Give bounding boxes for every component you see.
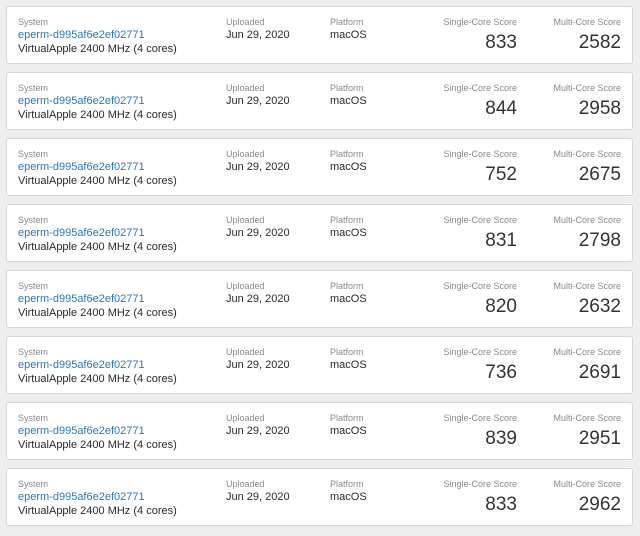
- uploaded-date: Jun 29, 2020: [226, 425, 290, 437]
- uploaded-label: Uploaded: [226, 215, 265, 225]
- system-label: System: [18, 413, 49, 423]
- uploaded-date: Jun 29, 2020: [226, 359, 290, 371]
- platform-label: Platform: [330, 347, 364, 357]
- platform-label: Platform: [330, 479, 364, 489]
- result-card: System eperm-d995af6e2ef02771 VirtualApp…: [6, 138, 633, 196]
- uploaded-label: Uploaded: [226, 479, 265, 489]
- multi-core-score: 2632: [578, 296, 621, 317]
- platform-value: macOS: [330, 425, 367, 437]
- result-card: System eperm-d995af6e2ef02771 VirtualApp…: [6, 72, 633, 130]
- single-core-label: Single-Core Score: [443, 413, 517, 423]
- system-name-link[interactable]: eperm-d995af6e2ef02771: [18, 95, 145, 107]
- multi-core-label: Multi-Core Score: [553, 281, 621, 291]
- multi-core-label: Multi-Core Score: [553, 17, 621, 27]
- multi-core-score: 2582: [578, 32, 621, 53]
- processor-text: VirtualApple 2400 MHz (4 cores): [18, 241, 177, 253]
- processor-text: VirtualApple 2400 MHz (4 cores): [18, 307, 177, 319]
- system-label: System: [18, 215, 49, 225]
- multi-core-score: 2691: [578, 362, 621, 383]
- single-core-label: Single-Core Score: [443, 215, 517, 225]
- platform-value: macOS: [330, 29, 367, 41]
- multi-core-label: Multi-Core Score: [553, 347, 621, 357]
- system-label: System: [18, 347, 49, 357]
- result-card: System eperm-d995af6e2ef02771 VirtualApp…: [6, 204, 633, 262]
- platform-label: Platform: [330, 281, 364, 291]
- multi-core-label: Multi-Core Score: [553, 83, 621, 93]
- uploaded-date: Jun 29, 2020: [226, 95, 290, 107]
- uploaded-label: Uploaded: [226, 17, 265, 27]
- uploaded-label: Uploaded: [226, 413, 265, 423]
- single-core-label: Single-Core Score: [443, 149, 517, 159]
- platform-label: Platform: [330, 17, 364, 27]
- system-label: System: [18, 17, 49, 27]
- processor-text: VirtualApple 2400 MHz (4 cores): [18, 109, 177, 121]
- platform-label: Platform: [330, 83, 364, 93]
- uploaded-date: Jun 29, 2020: [226, 293, 290, 305]
- system-label: System: [18, 281, 49, 291]
- uploaded-label: Uploaded: [226, 347, 265, 357]
- single-core-label: Single-Core Score: [443, 83, 517, 93]
- single-core-score: 833: [485, 32, 517, 53]
- processor-text: VirtualApple 2400 MHz (4 cores): [18, 175, 177, 187]
- multi-core-score: 2675: [578, 164, 621, 185]
- platform-label: Platform: [330, 413, 364, 423]
- result-card: System eperm-d995af6e2ef02771 VirtualApp…: [6, 270, 633, 328]
- uploaded-label: Uploaded: [226, 281, 265, 291]
- single-core-score: 752: [485, 164, 517, 185]
- uploaded-date: Jun 29, 2020: [226, 227, 290, 239]
- multi-core-label: Multi-Core Score: [553, 479, 621, 489]
- single-core-label: Single-Core Score: [443, 347, 517, 357]
- system-name-link[interactable]: eperm-d995af6e2ef02771: [18, 29, 145, 41]
- processor-text: VirtualApple 2400 MHz (4 cores): [18, 43, 177, 55]
- processor-text: VirtualApple 2400 MHz (4 cores): [18, 373, 177, 385]
- uploaded-date: Jun 29, 2020: [226, 491, 290, 503]
- platform-value: macOS: [330, 491, 367, 503]
- multi-core-label: Multi-Core Score: [553, 413, 621, 423]
- multi-core-score: 2962: [578, 494, 621, 515]
- platform-value: macOS: [330, 359, 367, 371]
- platform-value: macOS: [330, 161, 367, 173]
- multi-core-score: 2798: [578, 230, 621, 251]
- platform-value: macOS: [330, 95, 367, 107]
- result-card: System eperm-d995af6e2ef02771 VirtualApp…: [6, 336, 633, 394]
- system-name-link[interactable]: eperm-d995af6e2ef02771: [18, 293, 145, 305]
- multi-core-label: Multi-Core Score: [553, 149, 621, 159]
- single-core-score: 831: [485, 230, 517, 251]
- platform-label: Platform: [330, 149, 364, 159]
- result-card: System eperm-d995af6e2ef02771 VirtualApp…: [6, 468, 633, 526]
- platform-value: macOS: [330, 293, 367, 305]
- single-core-score: 736: [485, 362, 517, 383]
- single-core-label: Single-Core Score: [443, 479, 517, 489]
- result-card: System eperm-d995af6e2ef02771 VirtualApp…: [6, 402, 633, 460]
- single-core-score: 833: [485, 494, 517, 515]
- system-name-link[interactable]: eperm-d995af6e2ef02771: [18, 161, 145, 173]
- uploaded-label: Uploaded: [226, 149, 265, 159]
- system-name-link[interactable]: eperm-d995af6e2ef02771: [18, 491, 145, 503]
- multi-core-score: 2951: [578, 428, 621, 449]
- benchmark-results-list: System eperm-d995af6e2ef02771 VirtualApp…: [0, 0, 640, 536]
- system-name-link[interactable]: eperm-d995af6e2ef02771: [18, 227, 145, 239]
- uploaded-date: Jun 29, 2020: [226, 29, 290, 41]
- multi-core-score: 2958: [578, 98, 621, 119]
- processor-text: VirtualApple 2400 MHz (4 cores): [18, 505, 177, 517]
- multi-core-label: Multi-Core Score: [553, 215, 621, 225]
- system-label: System: [18, 149, 49, 159]
- platform-label: Platform: [330, 215, 364, 225]
- single-core-score: 839: [485, 428, 517, 449]
- system-label: System: [18, 83, 49, 93]
- system-label: System: [18, 479, 49, 489]
- system-name-link[interactable]: eperm-d995af6e2ef02771: [18, 425, 145, 437]
- single-core-label: Single-Core Score: [443, 17, 517, 27]
- platform-value: macOS: [330, 227, 367, 239]
- single-core-label: Single-Core Score: [443, 281, 517, 291]
- single-core-score: 820: [485, 296, 517, 317]
- uploaded-label: Uploaded: [226, 83, 265, 93]
- single-core-score: 844: [485, 98, 517, 119]
- system-name-link[interactable]: eperm-d995af6e2ef02771: [18, 359, 145, 371]
- processor-text: VirtualApple 2400 MHz (4 cores): [18, 439, 177, 451]
- result-card: System eperm-d995af6e2ef02771 VirtualApp…: [6, 6, 633, 64]
- uploaded-date: Jun 29, 2020: [226, 161, 290, 173]
